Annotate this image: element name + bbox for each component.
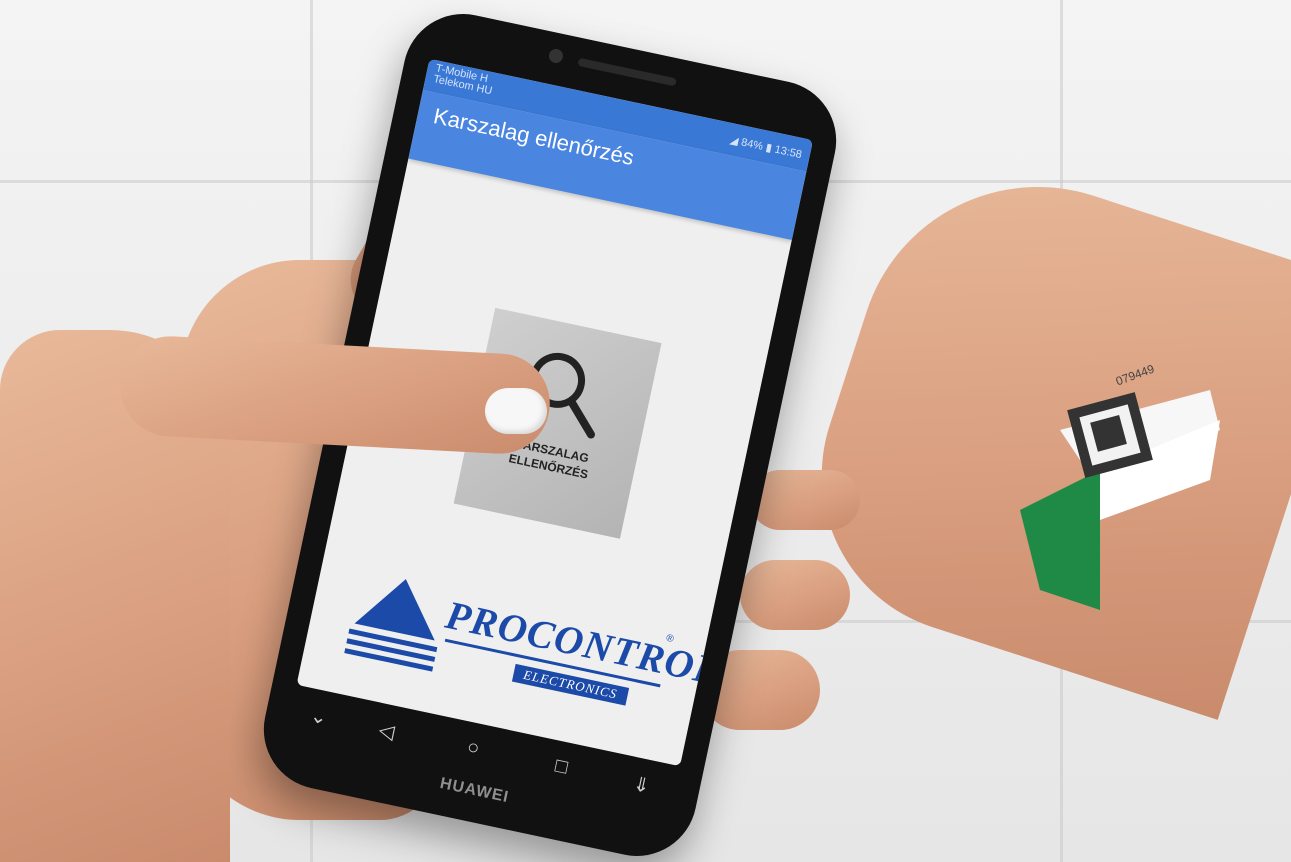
battery-level: 84% <box>740 136 765 153</box>
recents-icon[interactable]: □ <box>553 755 569 780</box>
holding-finger <box>740 560 850 630</box>
photo-scene: 079449 T-Mobile H Telekom HU ◢ 84% ▮ 13:… <box>0 0 1291 862</box>
logo-triangle-icon <box>344 579 438 672</box>
wristband <box>1020 390 1220 610</box>
front-camera <box>547 47 565 65</box>
clock: 13:58 <box>773 143 803 162</box>
home-icon[interactable]: ○ <box>465 736 481 761</box>
carrier-info: T-Mobile H Telekom HU <box>432 62 495 97</box>
fingernail <box>485 388 547 434</box>
chevron-down-icon[interactable]: ⌄ <box>308 703 330 731</box>
back-icon[interactable]: ◁ <box>376 717 397 745</box>
holding-finger <box>750 470 860 530</box>
pull-down-icon[interactable]: ⇓ <box>631 771 653 799</box>
earpiece-speaker <box>577 57 677 87</box>
